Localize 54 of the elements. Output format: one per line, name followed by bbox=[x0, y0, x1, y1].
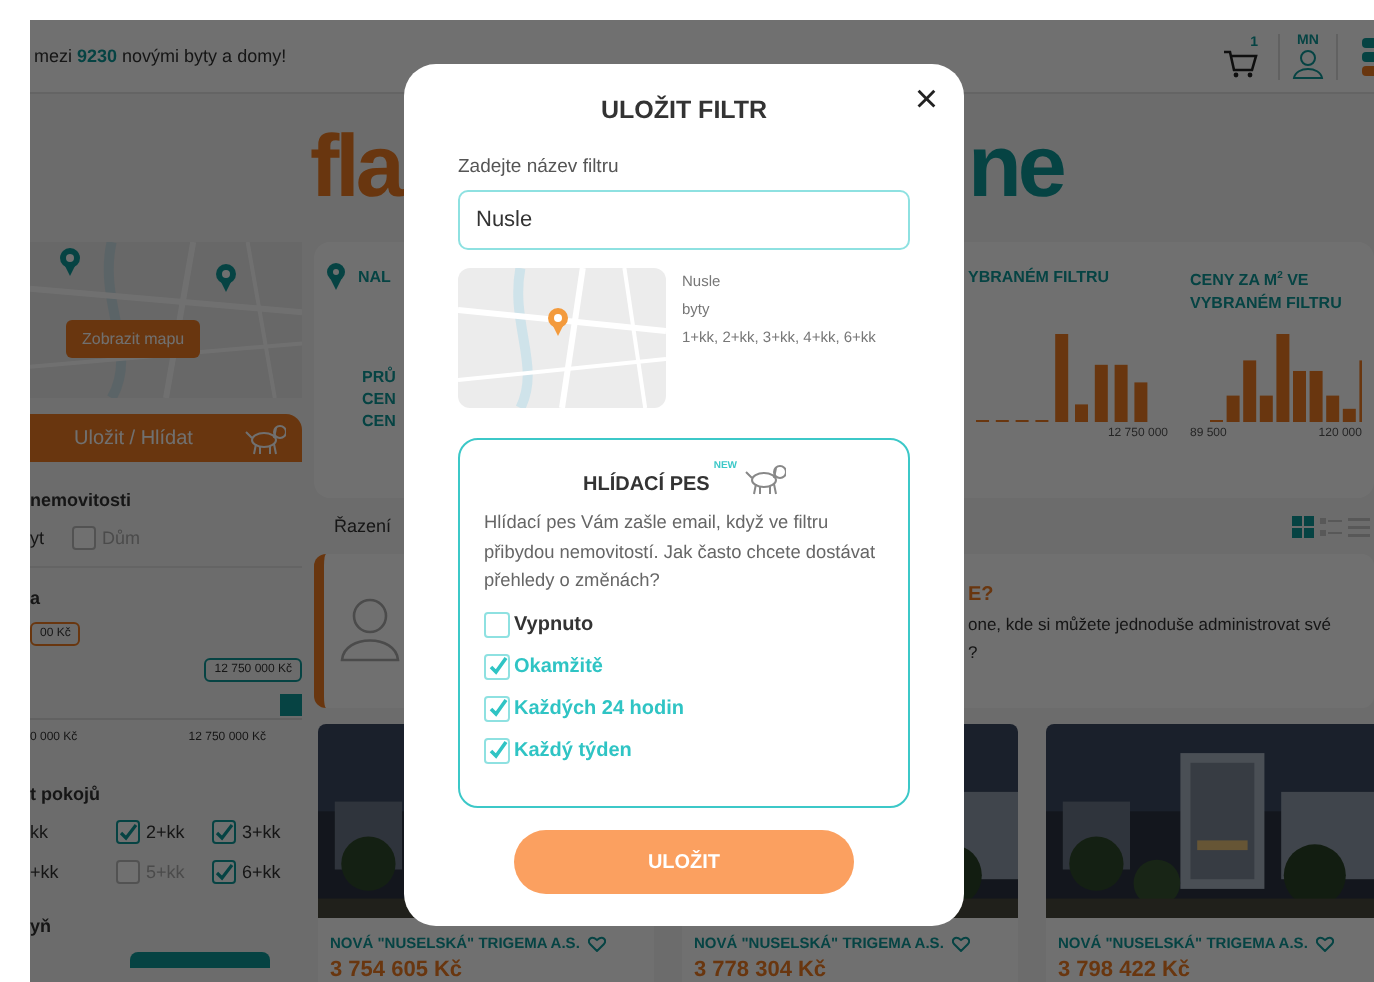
slider-handle[interactable] bbox=[280, 694, 302, 716]
option-label[interactable]: Okamžitě bbox=[514, 655, 603, 677]
field-label: Zadejte název filtru bbox=[458, 156, 621, 178]
option-label: 6+kk bbox=[242, 862, 281, 882]
option-label[interactable]: Každý týden bbox=[514, 739, 632, 761]
option-label: 3+kk bbox=[242, 822, 281, 842]
listing-price: 3 798 422 Kč bbox=[1056, 956, 1193, 982]
promo-text: one, kde si můžete jednoduše administrovat své bbox=[968, 612, 1333, 638]
close-button[interactable]: × bbox=[914, 80, 938, 120]
heart-icon[interactable] bbox=[1315, 935, 1334, 951]
watchdog-description: Hlídací pes Vám zašle email, když ve filtru přibydou nemovitostí. Jak často chcete dostávat přehledy o změnách? bbox=[484, 510, 878, 594]
chart-title: YBRANÉM FILTRU bbox=[968, 266, 1112, 290]
option-label[interactable]: Každých 24 hodin bbox=[514, 697, 685, 719]
dog-icon bbox=[741, 460, 785, 496]
checkbox[interactable] bbox=[212, 860, 236, 884]
dog-icon bbox=[242, 420, 286, 456]
option-label: kk bbox=[30, 822, 48, 842]
section-heading: t pokojů bbox=[30, 784, 102, 804]
option-label: +kk bbox=[30, 862, 59, 882]
dialog-title: ULOŽIT FILTR bbox=[598, 96, 770, 124]
option-label: 2+kk bbox=[146, 822, 185, 842]
pin-icon bbox=[326, 262, 346, 290]
stats-label: CEN bbox=[362, 388, 398, 410]
show-map-button[interactable]: Zobrazit mapu bbox=[66, 320, 201, 358]
checkbox[interactable] bbox=[116, 820, 140, 844]
chart-title: CENY ZA M$^{2}$ VE VYBRANÉM FILTRU bbox=[1190, 268, 1344, 316]
checkbox[interactable] bbox=[212, 820, 236, 844]
watchdog-title: HLÍDACÍ PES bbox=[582, 474, 710, 496]
promo-text: ? bbox=[968, 640, 980, 666]
avatar-icon bbox=[340, 598, 400, 662]
sort-label[interactable]: Řazení bbox=[334, 516, 392, 536]
logo-text: ne bbox=[968, 124, 1063, 212]
save-watch-bar[interactable]: Uložit / Hlídat bbox=[30, 414, 302, 462]
section-heading: yň bbox=[30, 916, 54, 936]
user-icon[interactable] bbox=[1292, 47, 1324, 79]
logo-text: fla bbox=[310, 124, 401, 212]
stats-label: PRŮ bbox=[362, 366, 398, 388]
stats-label: NAL bbox=[358, 267, 391, 285]
section-heading: nemovitosti bbox=[30, 490, 134, 510]
filter-name-field[interactable]: Nusle bbox=[458, 190, 910, 250]
stats-label: CEN bbox=[362, 410, 398, 432]
promo-text: mezi 9230 novými byty a domy! bbox=[34, 46, 287, 66]
save-button[interactable]: ULOŽIT bbox=[514, 830, 854, 894]
section-heading: a bbox=[30, 588, 43, 608]
listing-price: 3 754 605 Kč bbox=[328, 956, 465, 982]
listing-price: 3 778 304 Kč bbox=[692, 956, 829, 982]
option-label: yt bbox=[30, 528, 45, 548]
promo-title: E? bbox=[968, 582, 996, 610]
grid-view-icon[interactable] bbox=[1292, 515, 1314, 537]
option-label[interactable]: Vypnuto bbox=[514, 613, 594, 635]
cart-icon[interactable] bbox=[1222, 49, 1258, 77]
heart-icon[interactable] bbox=[587, 935, 606, 951]
heart-icon[interactable] bbox=[951, 935, 970, 951]
save-watch-label: Uložit / Hlídat bbox=[74, 427, 193, 449]
